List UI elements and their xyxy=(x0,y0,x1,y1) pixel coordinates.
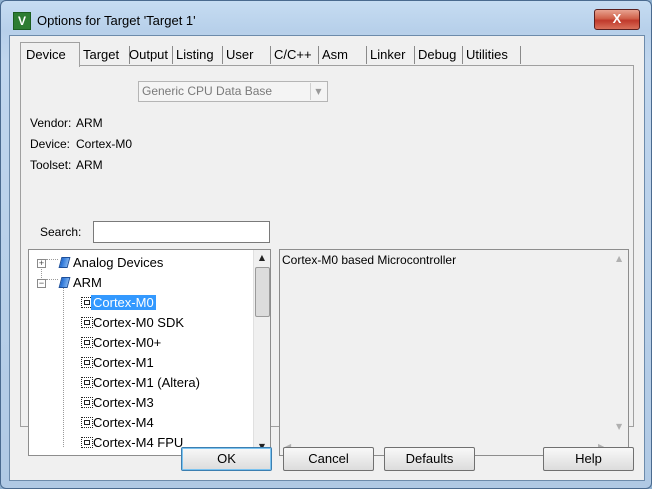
defaults-button[interactable]: Defaults xyxy=(384,447,475,471)
chip-icon xyxy=(81,397,93,408)
tree-item-label: Cortex-M1 (Altera) xyxy=(93,375,200,390)
tree-item-label: Cortex-M4 FPU xyxy=(93,435,184,450)
tree-item-label: Analog Devices xyxy=(73,255,164,270)
database-combo: Generic CPU Data Base ▼ xyxy=(138,81,328,102)
vendor-label: Vendor: xyxy=(30,116,72,130)
title-bar[interactable]: V Options for Target 'Target 1' X xyxy=(1,1,651,35)
vendor-value: ARM xyxy=(76,116,103,130)
expand-icon[interactable]: + xyxy=(37,259,46,268)
dialog-client-area: Device Target Output Listing User C/C++ … xyxy=(9,35,645,481)
keil-app-icon: V xyxy=(13,12,31,30)
search-label: Search: xyxy=(40,225,82,239)
device-value: Cortex-M0 xyxy=(76,137,133,151)
device-tab-page: Generic CPU Data Base ▼ Vendor: ARM Devi… xyxy=(20,65,634,456)
tree-item-label: Cortex-M3 xyxy=(93,395,154,410)
vendor-icon xyxy=(58,277,71,288)
scroll-up-arrow-icon[interactable]: ▲ xyxy=(616,254,622,263)
tab-asm[interactable]: Asm xyxy=(319,46,367,64)
tab-target[interactable]: Target xyxy=(80,46,130,64)
database-combo-value: Generic CPU Data Base xyxy=(142,84,273,98)
scroll-up-arrow-icon[interactable]: ▲ xyxy=(254,250,270,266)
tree-item-cortex-m4[interactable]: Cortex-M4 xyxy=(29,413,254,433)
tree-item-analog-devices[interactable]: + Analog Devices xyxy=(29,253,254,273)
tree-item-arm[interactable]: − ARM xyxy=(29,273,254,293)
tree-item-label: Cortex-M0 SDK xyxy=(93,315,185,330)
ok-button[interactable]: OK xyxy=(181,447,272,471)
tree-item-cortex-m0[interactable]: Cortex-M0 xyxy=(29,293,254,313)
chevron-down-icon: ▼ xyxy=(310,83,326,100)
cancel-button[interactable]: Cancel xyxy=(283,447,374,471)
tree-item-cortex-m1[interactable]: Cortex-M1 xyxy=(29,353,254,373)
window-title: Options for Target 'Target 1' xyxy=(37,13,196,28)
search-input[interactable] xyxy=(93,221,270,243)
device-description-panel: Cortex-M0 based Microcontroller ▲ ▼ ◀ ▶ xyxy=(279,249,629,456)
vendor-icon xyxy=(58,257,71,268)
tree-item-label: Cortex-M1 xyxy=(93,355,154,370)
device-description-text: Cortex-M0 based Microcontroller xyxy=(282,253,457,267)
collapse-icon[interactable]: − xyxy=(37,279,46,288)
scroll-down-arrow-icon[interactable]: ▼ xyxy=(616,422,622,431)
tree-item-cortex-m0-plus[interactable]: Cortex-M0+ xyxy=(29,333,254,353)
toolset-label: Toolset: xyxy=(30,158,72,172)
tree-item-cortex-m1-altera[interactable]: Cortex-M1 (Altera) xyxy=(29,373,254,393)
tree-item-label: ARM xyxy=(73,275,102,290)
description-vertical-scrollbar[interactable]: ▲ ▼ xyxy=(612,250,628,439)
chip-icon xyxy=(81,317,93,328)
tab-c-cpp[interactable]: C/C++ xyxy=(271,46,319,64)
tree-item-label: Cortex-M4 xyxy=(93,415,154,430)
tree-item-label: Cortex-M0 xyxy=(91,295,156,310)
tree-item-cortex-m3[interactable]: Cortex-M3 xyxy=(29,393,254,413)
close-button[interactable]: X xyxy=(594,9,640,30)
toolset-value: ARM xyxy=(76,158,103,172)
chip-icon xyxy=(81,437,93,448)
tab-device[interactable]: Device xyxy=(20,42,80,67)
tree-item-cortex-m0-sdk[interactable]: Cortex-M0 SDK xyxy=(29,313,254,333)
chip-icon xyxy=(81,417,93,428)
dialog-window: V Options for Target 'Target 1' X Device… xyxy=(0,0,652,489)
tab-user[interactable]: User xyxy=(223,46,271,64)
device-label: Device: xyxy=(30,137,71,151)
device-tree[interactable]: + Analog Devices − ARM Cortex-M0 Cortex-… xyxy=(28,249,271,456)
help-button[interactable]: Help xyxy=(543,447,634,471)
tab-debug[interactable]: Debug xyxy=(415,46,463,64)
scrollbar-thumb[interactable] xyxy=(255,267,270,317)
tab-output[interactable]: Output xyxy=(126,46,173,64)
chip-icon xyxy=(81,337,93,348)
tab-linker[interactable]: Linker xyxy=(367,46,415,64)
tree-scrollbar[interactable]: ▲ ▼ xyxy=(253,250,270,455)
chip-icon xyxy=(81,377,93,388)
chip-icon xyxy=(81,357,93,368)
tab-utilities[interactable]: Utilities xyxy=(463,46,521,64)
tree-item-label: Cortex-M0+ xyxy=(93,335,162,350)
tab-listing[interactable]: Listing xyxy=(173,46,223,64)
